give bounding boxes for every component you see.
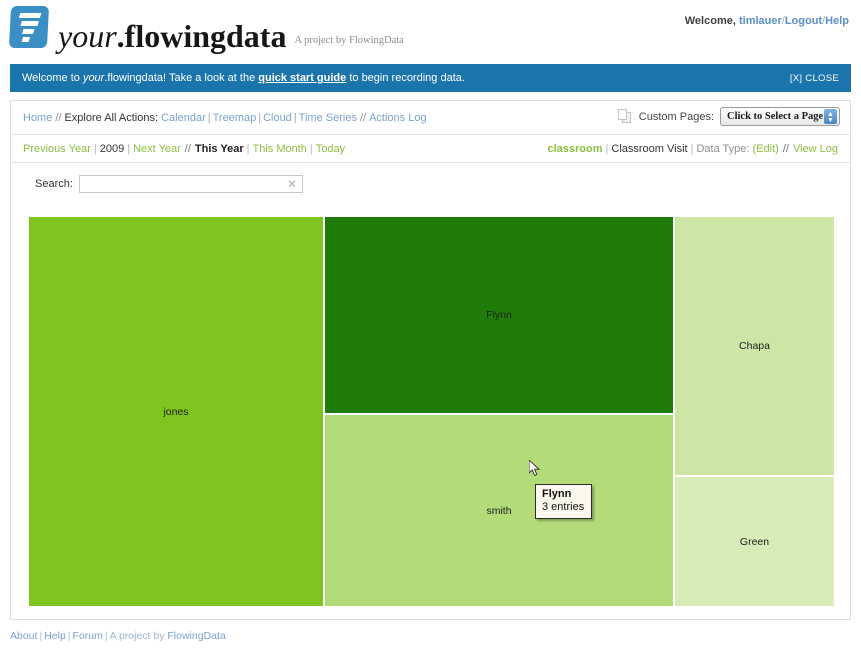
search-label: Search:	[35, 178, 73, 190]
breadcrumb-row: Home//Explore All Actions: Calendar | Tree…	[11, 101, 850, 135]
dataset-pipe-2: |	[690, 143, 694, 155]
search-input[interactable]	[79, 176, 280, 192]
close-notice-button[interactable]: [X] CLOSE	[790, 73, 839, 84]
mouse-cursor-icon	[528, 458, 541, 478]
notice-text-1: Welcome to	[22, 72, 83, 84]
nav-link-cloud[interactable]: Cloud	[263, 112, 292, 124]
this-month-link[interactable]: This Month	[253, 143, 307, 155]
dataset-info: classroom | Classroom Visit | Data Type: (Ed…	[548, 135, 839, 163]
date-pipe-4: |	[309, 142, 313, 155]
brand-byline: A project by FlowingData	[294, 35, 404, 46]
tooltip-title: Flynn	[542, 488, 572, 500]
treemap-chart[interactable]: jones Flynn smith Chapa Green Flynn 3 entries	[29, 217, 834, 606]
welcome-text: Welcome,	[684, 15, 736, 27]
data-type-label: Data Type:	[696, 143, 750, 155]
footer-about-link[interactable]: About	[10, 630, 37, 642]
breadcrumb: Home//Explore All Actions: Calendar | Tree…	[23, 112, 427, 124]
breadcrumb-label: Explore All Actions:	[64, 111, 159, 124]
treemap-cell-label: smith	[486, 504, 512, 517]
clear-icon[interactable]: ✕	[286, 177, 298, 191]
next-year-link[interactable]: Next Year	[133, 143, 181, 155]
date-pipe-1: |	[93, 142, 97, 155]
wordmark-your: your	[58, 18, 117, 54]
page-footer: About | Help | Forum | A project by FlowingDat…	[10, 630, 226, 642]
notice-text-3: to begin recording data.	[346, 72, 465, 84]
notice-italic: your	[82, 72, 105, 84]
account-bar: Welcome, timlauer/Logout/Help	[685, 15, 849, 27]
dataset-pipe-1: |	[605, 143, 609, 155]
date-pipe-3: |	[246, 142, 250, 155]
username-link[interactable]: timlauer	[739, 15, 782, 27]
breadcrumb-home[interactable]: Home	[23, 112, 52, 124]
treemap-cell-green[interactable]: Green	[675, 477, 834, 606]
footer-forum-link[interactable]: Forum	[73, 630, 103, 642]
search-field[interactable]: ✕	[78, 175, 303, 193]
dataset-slash: //	[782, 143, 789, 155]
treemap-cell-label: jones	[163, 405, 189, 418]
page-root: your.flowingdata A project by FlowingDat…	[0, 0, 861, 650]
brand-logo[interactable]: your.flowingdata A project by FlowingDat…	[8, 6, 404, 52]
previous-year-link[interactable]: Previous Year	[23, 143, 91, 155]
view-log-link[interactable]: View Log	[793, 143, 838, 155]
help-link[interactable]: Help	[825, 15, 849, 27]
treemap-cell-label: Chapa	[739, 340, 770, 352]
logout-link[interactable]: Logout	[785, 15, 822, 27]
footer-pipe-2: |	[67, 630, 71, 642]
current-year-label: 2009	[99, 142, 125, 155]
search-row: Search: ✕	[11, 163, 850, 203]
date-slash: //	[184, 142, 191, 155]
nav-link-time-series[interactable]: Time Series	[299, 112, 357, 124]
wordmark: your.flowingdata	[58, 20, 286, 52]
page-header: your.flowingdata A project by FlowingDat…	[0, 0, 861, 60]
tooltip-detail: 3 entries	[542, 501, 585, 513]
footer-flowingdata-link[interactable]: FlowingData	[167, 630, 225, 642]
custom-pages-selected-value: Click to Select a Page	[727, 111, 824, 122]
date-navigation-row: Previous Year | 2009 | Next Year//This Year |…	[11, 135, 850, 163]
notice-message: Welcome to your.flowingdata! Take a look…	[22, 72, 790, 84]
quick-start-guide-link[interactable]: quick start guide	[258, 72, 346, 84]
nav-pipe-1: |	[207, 111, 211, 124]
treemap-cell-smith[interactable]: smith	[325, 415, 673, 606]
nav-link-actions-log[interactable]: Actions Log	[369, 112, 426, 124]
custom-pages-label: Custom Pages:	[638, 110, 714, 123]
treemap-cell-label: Green	[739, 535, 770, 548]
breadcrumb-slash-1: //	[55, 111, 62, 124]
this-year-label: This Year	[194, 142, 244, 155]
custom-pages-select[interactable]: Click to Select a Page ▲ ▼	[720, 107, 840, 126]
today-link[interactable]: Today	[316, 143, 345, 155]
treemap-cell-label: Flynn	[486, 309, 512, 321]
nav-link-treemap[interactable]: Treemap	[213, 112, 257, 124]
pages-icon	[617, 109, 633, 124]
main-panel: Home//Explore All Actions: Calendar | Tree…	[10, 100, 851, 620]
chevron-updown-icon: ▲ ▼	[824, 109, 837, 124]
footer-credit: A project by	[109, 630, 168, 642]
wordmark-flowingdata: flowingdata	[124, 18, 287, 54]
date-pipe-2: |	[127, 142, 131, 155]
treemap-cell-chapa[interactable]: Chapa	[675, 217, 834, 475]
flowingdata-logo-icon	[8, 6, 50, 48]
footer-help-link[interactable]: Help	[44, 630, 66, 642]
wordmark-dot: .	[116, 18, 125, 54]
dataset-name: classroom	[547, 143, 603, 155]
treemap-tooltip: Flynn 3 entries	[535, 484, 593, 519]
custom-pages-group: Custom Pages: Click to Select a Page ▲ ▼	[617, 107, 840, 126]
nav-link-calendar[interactable]: Calendar	[161, 112, 206, 124]
footer-pipe-3: |	[104, 630, 108, 642]
treemap-cell-jones[interactable]: jones	[29, 217, 323, 606]
nav-pipe-3: |	[293, 111, 297, 124]
welcome-notice-bar: Welcome to your.flowingdata! Take a look…	[10, 64, 851, 92]
edit-data-type-link[interactable]: (Edit)	[753, 143, 779, 155]
dataset-title: Classroom Visit	[611, 143, 688, 155]
breadcrumb-slash-2: //	[359, 111, 367, 124]
treemap-cell-flynn[interactable]: Flynn	[325, 217, 673, 413]
notice-text-2: .flowingdata! Take a look at the	[104, 72, 259, 84]
